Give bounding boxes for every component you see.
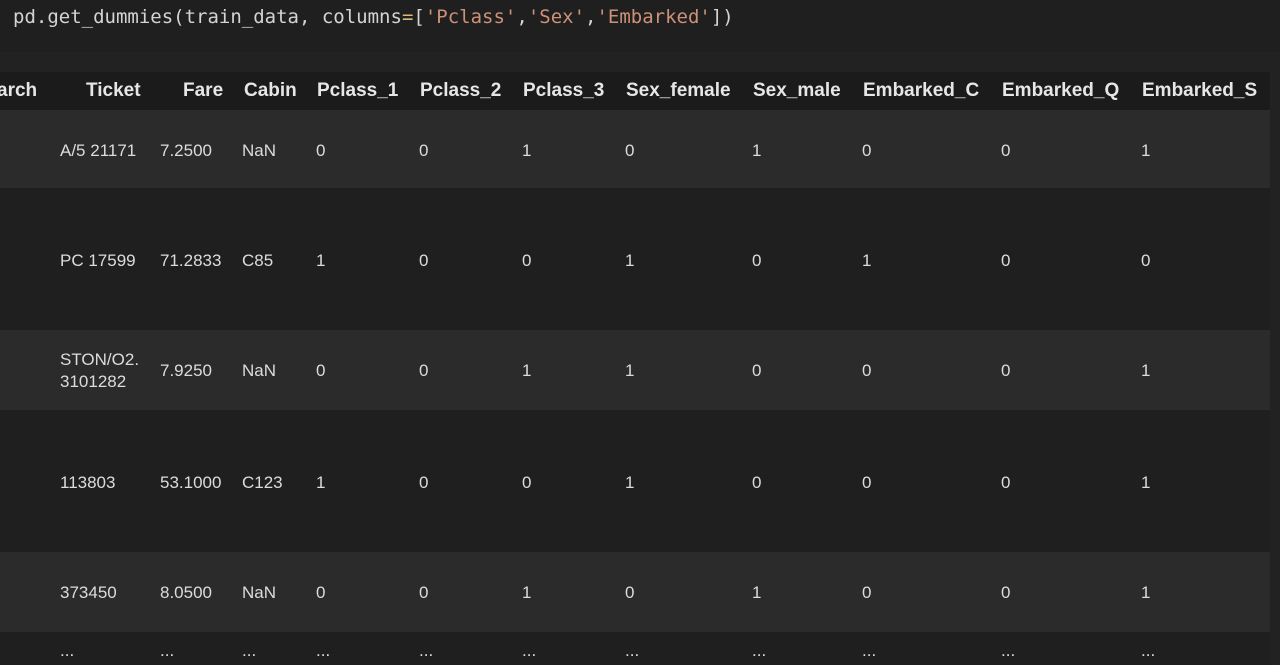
cell-cabin: NaN: [242, 583, 277, 602]
cell-sex-female: 0: [625, 583, 635, 602]
cell-sex-male: 1: [752, 141, 762, 160]
cell-ellipsis: ...: [862, 641, 877, 660]
code-arg-sex: 'Sex': [527, 6, 586, 28]
cell-ellipsis: ...: [1141, 641, 1156, 660]
col-header-embarked-q: Embarked_Q: [1002, 80, 1120, 101]
table-row: STON/O2. 3101282 7.9250 NaN 0 0 1 1 0 0 …: [0, 330, 1270, 410]
code-comma-1: ,: [516, 6, 528, 28]
cell-embarked-s: 1: [1141, 361, 1151, 380]
code-comma-2: ,: [585, 6, 597, 28]
col-header-pclass-2: Pclass_2: [420, 80, 502, 101]
code-equals: =: [401, 6, 414, 28]
cell-sex-male: 1: [752, 583, 762, 602]
cell-sex-male: 0: [752, 473, 762, 492]
cell-embarked-q: 0: [1001, 141, 1011, 160]
col-header-pclass-3: Pclass_3: [523, 80, 605, 101]
cell-embarked-q: 0: [1001, 361, 1011, 380]
cell-pclass-1: 0: [316, 583, 326, 602]
cell-ellipsis: ...: [1001, 641, 1016, 660]
cell-ellipsis: ...: [752, 641, 767, 660]
table-row: A/5 21171 7.2500 NaN 0 0 1 0 1 0 0 1: [0, 110, 1270, 188]
cell-embarked-s: 1: [1141, 583, 1151, 602]
cell-ellipsis: ...: [625, 641, 640, 660]
dataframe-output[interactable]: arch Ticket Fare Cabin Pclass_1 Pclass_2…: [0, 72, 1270, 665]
cell-pclass-1: 1: [316, 473, 326, 492]
cell-embarked-s: 1: [1141, 473, 1151, 492]
table-row: 373450 8.0500 NaN 0 0 1 0 1 0 0 1: [0, 552, 1270, 632]
cell-embarked-c: 0: [862, 361, 872, 380]
col-header-sex-male: Sex_male: [753, 80, 841, 101]
cell-embarked-s: 0: [1141, 251, 1151, 270]
cell-pclass-3: 1: [522, 141, 532, 160]
cell-cabin: NaN: [242, 361, 277, 380]
cell-sex-female: 0: [625, 141, 635, 160]
cell-embarked-q: 0: [1001, 473, 1011, 492]
cell-embarked-s: 1: [1141, 141, 1151, 160]
cell-pclass-3: 1: [522, 583, 532, 602]
col-header-embarked-s: Embarked_S: [1142, 80, 1258, 101]
scroll-edge: [1270, 72, 1280, 665]
col-header-parch: arch: [0, 80, 38, 101]
cell-separator: [0, 52, 1280, 72]
cell-pclass-2: 0: [419, 583, 429, 602]
cell-ticket: A/5 21171: [60, 141, 137, 160]
cell-sex-female: 1: [625, 361, 635, 380]
col-header-fare: Fare: [183, 80, 224, 101]
cell-ellipsis: ...: [522, 641, 537, 660]
cell-ellipsis: ...: [316, 641, 331, 660]
cell-pclass-2: 0: [419, 251, 429, 270]
cell-pclass-1: 1: [316, 251, 326, 270]
table-row-ellipsis: ... ... ... ... ... ... ... ... ... ... …: [0, 632, 1270, 665]
code-open-bracket: [: [413, 6, 425, 28]
cell-sex-male: 0: [752, 361, 762, 380]
cell-ticket: PC 17599: [60, 251, 136, 270]
cell-ticket: 113803: [60, 473, 116, 492]
cell-pclass-2: 0: [419, 141, 429, 160]
cell-cabin: C123: [242, 473, 283, 492]
cell-pclass-2: 0: [419, 473, 429, 492]
col-header-sex-female: Sex_female: [626, 80, 731, 101]
table-row: PC 17599 71.2833 C85 1 0 0 1 0 1 0 0: [0, 188, 1270, 330]
cell-pclass-3: 0: [522, 251, 532, 270]
cell-ellipsis: ...: [419, 641, 434, 660]
code-line[interactable]: pd.get_dummies(train_data, columns=['Pcl…: [13, 6, 734, 28]
cell-embarked-c: 1: [862, 251, 872, 270]
code-arg-embarked: 'Embarked': [596, 6, 711, 28]
cell-embarked-c: 0: [862, 583, 872, 602]
cell-embarked-c: 0: [862, 141, 872, 160]
code-arg-pclass: 'Pclass': [424, 6, 517, 28]
cell-ellipsis: ...: [242, 641, 257, 660]
cell-sex-female: 1: [625, 251, 635, 270]
cell-pclass-3: 0: [522, 473, 532, 492]
col-header-cabin: Cabin: [244, 80, 297, 101]
code-cell[interactable]: pd.get_dummies(train_data, columns=['Pcl…: [0, 0, 1280, 52]
cell-pclass-1: 0: [316, 141, 326, 160]
col-header-embarked-c: Embarked_C: [863, 80, 980, 101]
table-header-row: arch Ticket Fare Cabin Pclass_1 Pclass_2…: [0, 72, 1270, 110]
cell-cabin: NaN: [242, 141, 277, 160]
table-row: 113803 53.1000 C123 1 0 0 1 0 0 0 1: [0, 410, 1270, 552]
cell-embarked-q: 0: [1001, 583, 1011, 602]
cell-embarked-c: 0: [862, 473, 872, 492]
cell-fare: 71.2833: [160, 251, 222, 270]
col-header-pclass-1: Pclass_1: [317, 80, 399, 101]
cell-sex-female: 1: [625, 473, 635, 492]
cell-embarked-q: 0: [1001, 251, 1011, 270]
cell-ticket: 373450: [60, 583, 117, 602]
cell-cabin: C85: [242, 251, 274, 270]
col-header-ticket: Ticket: [86, 80, 141, 101]
cell-pclass-1: 0: [316, 361, 326, 380]
cell-fare: 7.9250: [160, 361, 212, 380]
code-call: pd.get_dummies(train_data, columns: [13, 6, 402, 28]
cell-ellipsis: ...: [160, 641, 175, 660]
cell-ellipsis: ...: [60, 641, 75, 660]
code-close: ]): [710, 6, 734, 28]
cell-ticket: STON/O2. 3101282: [60, 350, 140, 391]
cell-pclass-3: 1: [522, 361, 532, 380]
cell-fare: 7.2500: [160, 141, 212, 160]
cell-sex-male: 0: [752, 251, 762, 270]
cell-fare: 53.1000: [160, 473, 222, 492]
cell-pclass-2: 0: [419, 361, 429, 380]
cell-fare: 8.0500: [160, 583, 212, 602]
